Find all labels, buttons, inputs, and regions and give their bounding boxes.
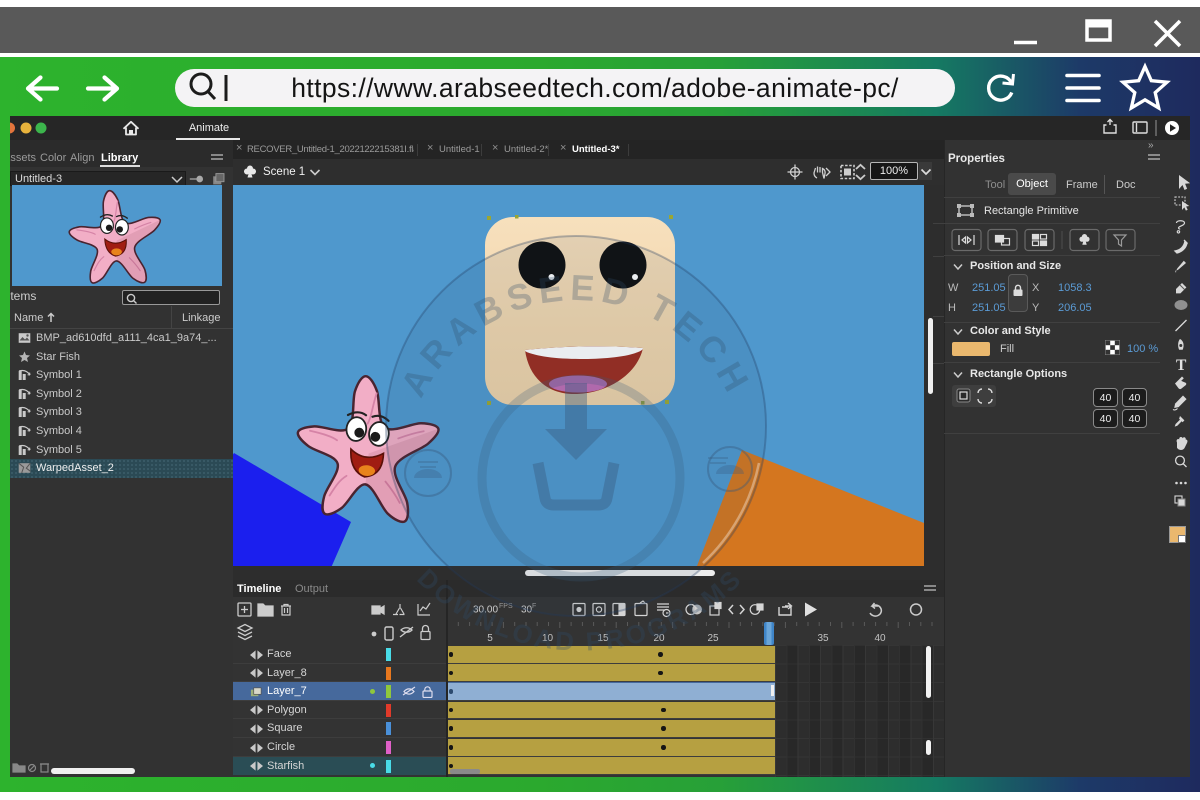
svg-text:T: T [1176, 357, 1187, 374]
svg-text:F: F [532, 603, 536, 610]
svg-text:FPS: FPS [499, 603, 513, 610]
svg-text:40: 40 [874, 633, 886, 644]
svg-text:30.00: 30.00 [473, 605, 498, 616]
svg-text:10: 10 [542, 633, 554, 644]
svg-text:30: 30 [521, 605, 533, 616]
svg-text:15: 15 [597, 633, 609, 644]
svg-text:20: 20 [653, 633, 665, 644]
svg-text:5: 5 [487, 633, 493, 644]
svg-text:25: 25 [707, 633, 719, 644]
svg-text:35: 35 [817, 633, 829, 644]
